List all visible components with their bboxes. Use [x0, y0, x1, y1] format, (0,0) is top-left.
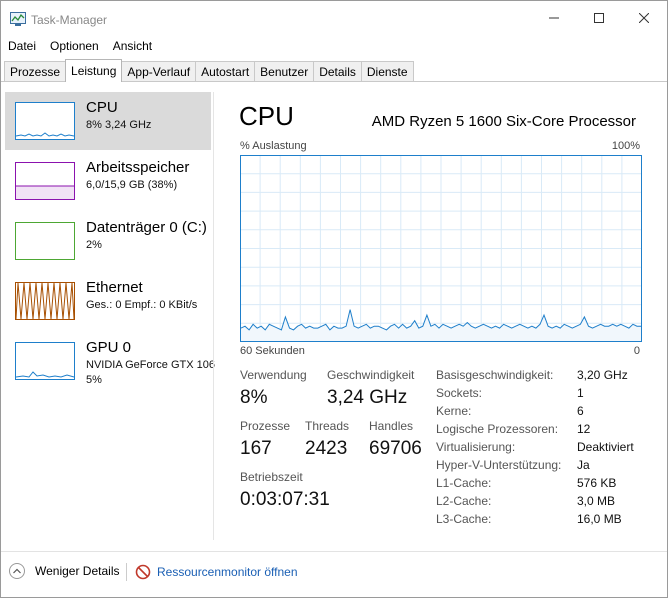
sidebar-item-disk[interactable]: Datenträger 0 (C:) 2%: [5, 212, 211, 270]
fewer-details-button[interactable]: Weniger Details: [9, 563, 119, 579]
sidebar-disk-sub: 2%: [86, 239, 102, 251]
sidebar-divider: [213, 92, 214, 540]
task-manager-window: Task-Manager Datei Optionen Ansicht Proz…: [0, 0, 668, 598]
sidebar-disk-name: Datenträger 0 (C:): [86, 219, 207, 236]
detail-value: 16,0 MB: [577, 512, 622, 526]
detail-value: Ja: [577, 458, 590, 472]
resource-monitor-label: Ressourcenmonitor öffnen: [157, 565, 298, 579]
speed-value: 3,24 GHz: [327, 387, 408, 408]
sidebar-gpu-usage: 5%: [86, 374, 102, 386]
tab-details[interactable]: Details: [313, 61, 362, 82]
usage-label: Verwendung: [240, 368, 307, 382]
detail-value: Deaktiviert: [577, 440, 634, 454]
resource-sidebar: CPU 8% 3,24 GHz Arbeitsspeicher 6,0/15,9…: [5, 92, 215, 542]
sidebar-item-cpu[interactable]: CPU 8% 3,24 GHz: [5, 92, 211, 150]
sidebar-item-memory[interactable]: Arbeitsspeicher 6,0/15,9 GB (38%): [5, 152, 211, 210]
handles-value: 69706: [369, 438, 422, 459]
detail-value: 576 KB: [577, 476, 617, 490]
tab-app-verlauf[interactable]: App-Verlauf: [121, 61, 197, 82]
detail-label: Logische Prozessoren:: [436, 422, 559, 436]
maximize-button[interactable]: [576, 1, 622, 35]
task-manager-icon: [10, 12, 26, 26]
sidebar-cpu-sub: 8% 3,24 GHz: [86, 119, 152, 131]
graph-y-label: % Auslastung: [240, 140, 307, 152]
resource-monitor-link[interactable]: Ressourcenmonitor öffnen: [135, 564, 298, 580]
detail-label: Sockets:: [436, 386, 483, 400]
sidebar-item-ethernet[interactable]: Ethernet Ges.: 0 Empf.: 0 KBit/s: [5, 272, 211, 330]
title-bar[interactable]: Task-Manager: [1, 1, 667, 35]
detail-label: Basisgeschwindigkeit:: [436, 368, 554, 382]
tab-autostart[interactable]: Autostart: [195, 61, 256, 82]
detail-label: Kerne:: [436, 404, 472, 418]
uptime-label: Betriebszeit: [240, 470, 303, 484]
menu-ansicht[interactable]: Ansicht: [106, 37, 159, 55]
minimize-button[interactable]: [531, 1, 577, 35]
disk-mini-graph: [15, 222, 75, 260]
fewer-details-label: Weniger Details: [35, 564, 120, 578]
detail-value: 3,0 MB: [577, 494, 616, 508]
close-icon: [639, 13, 649, 23]
uptime-value: 0:03:07:31: [240, 489, 330, 510]
tab-prozesse[interactable]: Prozesse: [4, 61, 67, 82]
sidebar-gpu-sub: NVIDIA GeForce GTX 106: [86, 359, 215, 371]
window-title: Task-Manager: [31, 13, 108, 27]
tab-dienste[interactable]: Dienste: [360, 61, 414, 82]
menu-datei[interactable]: Datei: [1, 37, 43, 55]
graph-y-max: 100%: [611, 140, 640, 152]
graph-time-label: 60 Sekunden: [240, 345, 305, 357]
menu-bar: Datei Optionen Ansicht: [1, 37, 159, 55]
tab-benutzer[interactable]: Benutzer: [254, 61, 315, 82]
detail-label: L3-Cache:: [436, 512, 492, 526]
detail-label: L1-Cache:: [436, 476, 492, 490]
detail-label: Virtualisierung:: [436, 440, 516, 454]
threads-value: 2423: [305, 438, 348, 459]
sidebar-item-gpu[interactable]: GPU 0 NVIDIA GeForce GTX 106 5%: [5, 332, 215, 390]
close-button[interactable]: [621, 1, 667, 35]
footer-divider: [1, 551, 667, 552]
ethernet-mini-graph: [15, 282, 75, 320]
processes-label: Prozesse: [240, 419, 291, 433]
tab-bar: Prozesse Leistung App-Verlauf Autostart …: [4, 59, 414, 82]
graph-y-min: 0: [633, 345, 640, 357]
sidebar-gpu-name: GPU 0: [86, 339, 132, 356]
chevron-up-icon: [9, 563, 25, 579]
sidebar-cpu-name: CPU: [86, 99, 118, 116]
sidebar-memory-name: Arbeitsspeicher: [86, 159, 190, 176]
tab-leistung[interactable]: Leistung: [65, 59, 123, 82]
threads-label: Threads: [305, 419, 350, 433]
minimize-icon: [549, 17, 559, 19]
sidebar-memory-sub: 6,0/15,9 GB (38%): [86, 179, 178, 191]
memory-mini-graph: [15, 162, 75, 200]
cpu-mini-graph: [15, 102, 75, 140]
resource-monitor-icon: [135, 564, 151, 580]
detail-value: 1: [577, 386, 584, 400]
cpu-usage-graph: [240, 155, 642, 342]
detail-label: L2-Cache:: [436, 494, 492, 508]
detail-value: 3,20 GHz: [577, 368, 628, 382]
gpu-mini-graph: [15, 342, 75, 380]
detail-value: 12: [577, 422, 591, 436]
page-title: CPU: [239, 101, 294, 131]
sidebar-ethernet-sub: Ges.: 0 Empf.: 0 KBit/s: [86, 299, 198, 311]
speed-label: Geschwindigkeit: [327, 368, 415, 382]
maximize-icon: [594, 13, 604, 23]
processor-name: AMD Ryzen 5 1600 Six-Core Processor: [371, 113, 636, 130]
processes-value: 167: [240, 438, 272, 459]
detail-value: 6: [577, 404, 584, 418]
usage-value: 8%: [240, 387, 268, 408]
sidebar-ethernet-name: Ethernet: [86, 279, 143, 296]
handles-label: Handles: [369, 419, 414, 433]
footer-separator: [126, 563, 127, 581]
menu-optionen[interactable]: Optionen: [43, 37, 106, 55]
detail-label: Hyper-V-Unterstützung:: [436, 458, 562, 472]
